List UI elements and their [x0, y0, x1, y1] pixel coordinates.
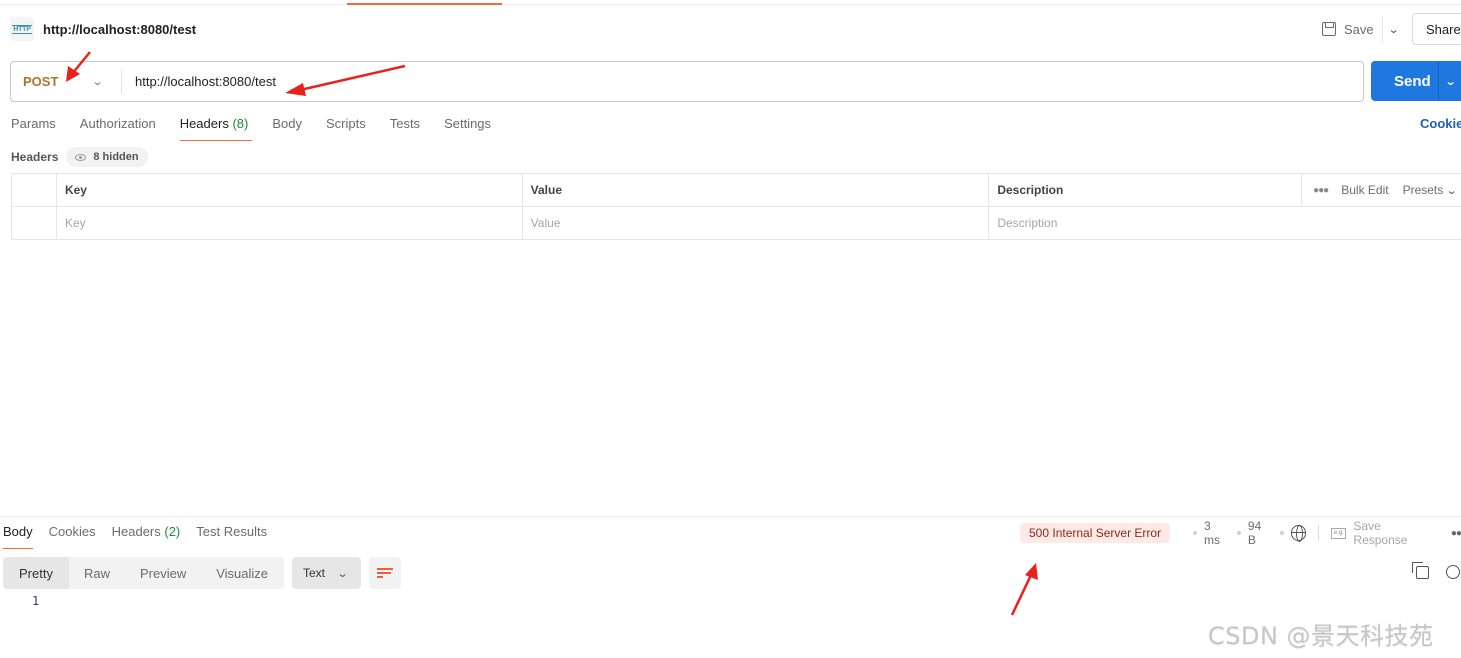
save-icon: [1322, 22, 1336, 36]
search-icon[interactable]: [1446, 565, 1460, 579]
presets-chevron-down-icon: ⌄: [1445, 185, 1458, 197]
active-tab-indicator: [347, 3, 502, 5]
headers-toolbar: Headers 8 hidden: [11, 147, 148, 167]
tab-settings[interactable]: Settings: [444, 116, 491, 141]
http-icon: HTTP: [10, 17, 34, 41]
request-title[interactable]: http://localhost:8080/test: [43, 22, 196, 37]
table-row: Key Value Description: [11, 207, 1461, 240]
request-header: HTTP http://localhost:8080/test: [10, 16, 196, 42]
response-headers-count: (2): [164, 524, 181, 539]
checkbox-column: [11, 174, 56, 206]
response-time[interactable]: 3 ms: [1204, 519, 1230, 547]
table-actions: ●●● Bulk Edit Presets ⌄: [1301, 174, 1461, 206]
column-value: Value: [521, 174, 989, 206]
method-label: POST: [23, 74, 59, 89]
format-selector: Pretty Raw Preview Visualize: [3, 557, 284, 589]
tab-body[interactable]: Body: [272, 116, 302, 141]
presets-dropdown[interactable]: Presets ⌄: [1403, 183, 1458, 197]
url-bar: POST ⌄ http://localhost:8080/test: [10, 61, 1364, 102]
format-pretty[interactable]: Pretty: [3, 557, 69, 589]
tab-params[interactable]: Params: [11, 116, 56, 141]
response-tab-body[interactable]: Body: [3, 524, 33, 549]
divider: [1318, 525, 1320, 541]
column-description: Description: [988, 174, 1301, 206]
response-tab-test-results[interactable]: Test Results: [196, 524, 267, 549]
send-split-divider: [1438, 61, 1439, 101]
save-options-chevron-down-icon[interactable]: ⌄: [1387, 23, 1399, 36]
key-input[interactable]: Key: [55, 207, 522, 239]
separator-dot: [1193, 531, 1197, 535]
response-tab-headers[interactable]: Headers (2): [112, 524, 181, 549]
line-number: 1: [32, 594, 40, 608]
format-visualize[interactable]: Visualize: [201, 557, 283, 589]
method-chevron-down-icon: ⌄: [91, 76, 104, 88]
watermark: CSDN @景天科技苑: [1208, 622, 1434, 650]
separator-dot: [1279, 531, 1284, 535]
example-icon: e.g.: [1331, 527, 1347, 539]
format-raw[interactable]: Raw: [69, 557, 125, 589]
column-key: Key: [55, 174, 522, 206]
share-button[interactable]: Share: [1412, 13, 1461, 45]
response-size[interactable]: 94 B: [1248, 519, 1273, 547]
divider: [1381, 15, 1383, 43]
eye-icon: [75, 153, 87, 161]
annotation-arrow-status: [1010, 563, 1038, 616]
tab-authorization[interactable]: Authorization: [80, 116, 156, 141]
wrap-lines-button[interactable]: [369, 557, 401, 589]
save-group: Save ⌄: [1322, 15, 1399, 43]
headers-label: Headers: [11, 150, 59, 164]
url-input[interactable]: http://localhost:8080/test: [135, 74, 276, 89]
copy-icon[interactable]: [1412, 562, 1429, 579]
tab-scripts[interactable]: Scripts: [326, 116, 366, 141]
chevron-down-icon: ⌄: [336, 567, 349, 580]
method-select[interactable]: POST ⌄: [11, 69, 122, 94]
globe-icon[interactable]: [1290, 525, 1307, 542]
send-button[interactable]: Send ⌄: [1371, 61, 1461, 101]
save-response-button[interactable]: Save Response: [1353, 519, 1437, 547]
top-tab-strip: [0, 4, 1461, 5]
more-options-icon[interactable]: ●●●: [1313, 185, 1329, 196]
request-tabs: Params Authorization Headers (8) Body Sc…: [11, 116, 515, 141]
send-options-chevron-down-icon[interactable]: ⌄: [1445, 75, 1457, 88]
table-header-row: Key Value Description ●●● Bulk Edit Pres…: [11, 174, 1461, 207]
description-input[interactable]: Description: [988, 207, 1461, 239]
status-badge[interactable]: 500 Internal Server Error: [1020, 523, 1171, 543]
save-button[interactable]: Save: [1344, 22, 1374, 37]
wrap-lines-icon: [377, 567, 393, 579]
content-type-select[interactable]: Text ⌄: [292, 557, 361, 589]
tab-headers[interactable]: Headers (8): [179, 116, 252, 141]
format-preview[interactable]: Preview: [125, 557, 201, 589]
response-tab-cookies[interactable]: Cookies: [49, 524, 96, 549]
response-divider[interactable]: [0, 516, 1461, 517]
response-meta: 3 ms 94 B e.g. Save Response ●●: [1186, 519, 1461, 547]
headers-table: Key Value Description ●●● Bulk Edit Pres…: [11, 173, 1461, 240]
headers-count: (8): [232, 116, 249, 131]
response-tabs: Body Cookies Headers (2) Test Results: [3, 524, 283, 549]
row-checkbox-cell: [11, 207, 56, 239]
send-label: Send: [1394, 72, 1431, 90]
hidden-headers-toggle[interactable]: 8 hidden: [66, 147, 148, 167]
value-input[interactable]: Value: [521, 207, 989, 239]
bulk-edit-button[interactable]: Bulk Edit: [1341, 183, 1388, 197]
cookies-link[interactable]: Cookie: [1420, 116, 1461, 131]
separator-dot: [1236, 531, 1241, 535]
tab-tests[interactable]: Tests: [390, 116, 420, 141]
more-options-icon[interactable]: ●●: [1451, 528, 1461, 539]
